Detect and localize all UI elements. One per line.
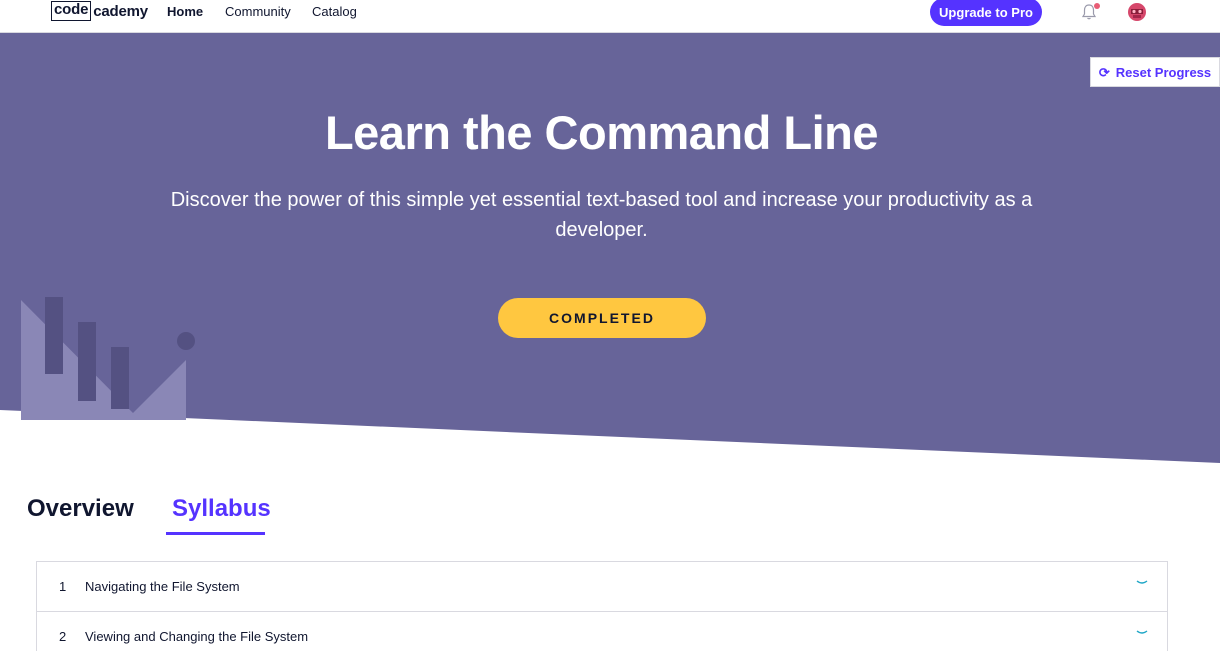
hero-banner: ⟳ Reset Progress Learn the Command Line … [0, 33, 1220, 473]
codecademy-logo[interactable]: code cademy [51, 1, 148, 21]
chevron-down-icon[interactable] [1135, 626, 1149, 640]
hero-background [0, 33, 1220, 463]
reset-progress-button[interactable]: ⟳ Reset Progress [1090, 57, 1220, 87]
decorative-bar [111, 347, 129, 409]
top-nav: code cademy Home Community Catalog Upgra… [0, 0, 1220, 33]
reset-progress-label: Reset Progress [1115, 64, 1212, 80]
syllabus-list: 1 Navigating the File System 2 Viewing a… [36, 561, 1168, 651]
course-title: Learn the Command Line [324, 106, 879, 159]
decorative-bar [45, 297, 63, 374]
refresh-icon: ⟳ [1098, 64, 1110, 80]
syllabus-item-title: Viewing and Changing the File System [85, 629, 309, 644]
nav-link-home[interactable]: Home [167, 4, 203, 19]
syllabus-item[interactable]: 1 Navigating the File System [37, 562, 1167, 612]
decorative-bar [78, 322, 96, 401]
active-tab-indicator [166, 532, 265, 535]
logo-box-text: code [51, 1, 92, 21]
completed-status-button[interactable]: COMPLETED [498, 298, 706, 338]
logo-rest-text: cademy [93, 2, 148, 20]
tab-syllabus[interactable]: Syllabus [172, 495, 271, 523]
syllabus-item-title: Navigating the File System [85, 579, 240, 594]
course-description: Discover the power of this simple yet es… [170, 189, 1033, 241]
decorative-dot [177, 332, 195, 350]
chevron-down-icon[interactable] [1135, 576, 1149, 590]
syllabus-item-number: 1 [59, 579, 67, 594]
nav-link-catalog[interactable]: Catalog [312, 4, 357, 19]
upgrade-to-pro-button[interactable]: Upgrade to Pro [930, 0, 1042, 26]
avatar[interactable] [1128, 3, 1146, 21]
tab-overview[interactable]: Overview [27, 495, 134, 523]
nav-link-community[interactable]: Community [225, 4, 291, 19]
notification-dot [1094, 3, 1100, 9]
syllabus-item-number: 2 [59, 629, 67, 644]
syllabus-item[interactable]: 2 Viewing and Changing the File System [37, 612, 1167, 651]
